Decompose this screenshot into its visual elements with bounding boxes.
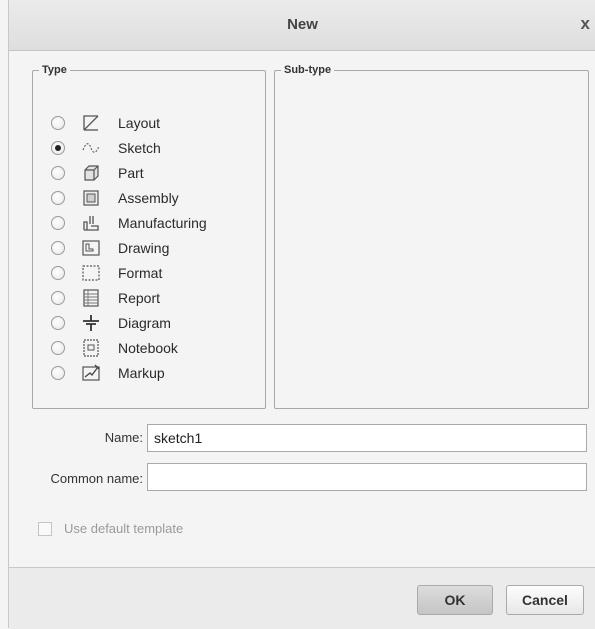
button-bar: OK Cancel (9, 567, 595, 629)
type-label-drawing: Drawing (118, 240, 170, 256)
type-group: Type Layout Sketch Part Assembly Manufac… (32, 64, 266, 409)
type-label-part: Part (118, 165, 144, 181)
type-option-drawing[interactable]: Drawing (33, 237, 253, 259)
type-label-manufacturing: Manufacturing (118, 215, 207, 231)
radio-format[interactable] (51, 266, 65, 280)
radio-drawing[interactable] (51, 241, 65, 255)
type-option-markup[interactable]: Markup (33, 362, 253, 384)
type-option-sketch[interactable]: Sketch (33, 137, 253, 159)
radio-report[interactable] (51, 291, 65, 305)
type-legend: Type (42, 64, 67, 76)
drawing-icon (82, 240, 100, 256)
type-label-notebook: Notebook (118, 340, 178, 356)
cancel-button[interactable]: Cancel (506, 585, 584, 615)
name-label: Name: (104, 430, 143, 445)
type-label-format: Format (118, 265, 163, 281)
manufacturing-icon (83, 216, 99, 231)
part-icon (84, 165, 99, 181)
type-option-assembly[interactable]: Assembly (33, 187, 253, 209)
type-option-report[interactable]: Report (33, 287, 253, 309)
close-icon[interactable]: x (581, 14, 590, 34)
sketch-icon (82, 143, 100, 153)
assembly-icon (83, 190, 99, 206)
common-name-label: Common name: (50, 471, 143, 486)
use-default-template-label: Use default template (64, 521, 184, 536)
layout-icon (83, 115, 99, 131)
type-label-markup: Markup (118, 365, 165, 381)
use-default-template-checkbox[interactable] (38, 522, 52, 536)
type-option-part[interactable]: Part (33, 162, 253, 184)
radio-part[interactable] (51, 166, 65, 180)
type-option-layout[interactable]: Layout (33, 112, 253, 134)
radio-notebook[interactable] (51, 341, 65, 355)
type-option-notebook[interactable]: Notebook (33, 337, 253, 359)
new-dialog: New x Type Layout Sketch Part Assembly M… (8, 0, 595, 629)
type-option-diagram[interactable]: Diagram (33, 312, 253, 334)
type-option-manufacturing[interactable]: Manufacturing (33, 212, 253, 234)
title-bar: New x (9, 0, 595, 51)
type-label-diagram: Diagram (118, 315, 171, 331)
common-name-input[interactable] (147, 463, 587, 491)
type-label-report: Report (118, 290, 161, 306)
type-option-format[interactable]: Format (33, 262, 253, 284)
name-input[interactable] (147, 424, 587, 452)
dialog-title: New (287, 16, 318, 33)
format-icon (82, 265, 100, 281)
type-label-assembly: Assembly (118, 190, 179, 206)
report-icon (83, 289, 99, 307)
ok-button[interactable]: OK (417, 585, 493, 615)
subtype-group: Sub-type (274, 64, 589, 409)
type-label-layout: Layout (118, 115, 161, 131)
subtype-legend: Sub-type (284, 64, 332, 76)
radio-layout[interactable] (51, 116, 65, 130)
notebook-icon (83, 339, 99, 357)
radio-markup[interactable] (51, 366, 65, 380)
radio-assembly[interactable] (51, 191, 65, 205)
type-label-sketch: Sketch (118, 140, 161, 156)
radio-diagram[interactable] (51, 316, 65, 330)
diagram-icon (83, 315, 99, 331)
radio-sketch[interactable] (51, 141, 65, 155)
markup-icon (82, 364, 100, 381)
radio-manufacturing[interactable] (51, 216, 65, 230)
